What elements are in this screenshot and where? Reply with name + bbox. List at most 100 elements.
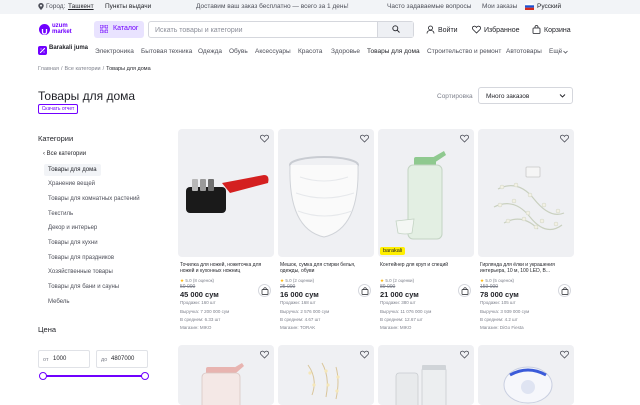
search-icon (392, 25, 400, 33)
sidebar-item-household[interactable]: Хозяйственные товары (48, 269, 113, 275)
sidebar-item-home-goods[interactable]: Товары для дома (44, 164, 101, 176)
catalog-button[interactable]: Каталог (94, 21, 144, 38)
product-card[interactable] (378, 345, 474, 405)
sidebar-item-sauna[interactable]: Товары для бани и сауны (48, 284, 119, 290)
product-image[interactable] (178, 129, 274, 257)
download-report-button[interactable]: Скачать отчет (38, 104, 78, 114)
product-card[interactable]: Точилка для ножей, ножеточка для ножей и… (178, 129, 274, 335)
price-slider-min-handle[interactable] (39, 372, 47, 380)
location-pin-icon (38, 3, 44, 12)
page-title: Товары для дома (38, 89, 136, 103)
cart-bag-icon (532, 25, 541, 34)
nav-item-beauty[interactable]: Красота (298, 48, 322, 55)
search-button[interactable] (377, 22, 413, 37)
product-image[interactable] (178, 345, 274, 405)
promo-icon[interactable] (38, 46, 47, 57)
chevron-down-icon (563, 49, 568, 56)
user-icon (426, 25, 435, 34)
product-name[interactable]: Мешок, сумка для стирки белья, одежды, о… (280, 262, 372, 274)
product-card[interactable]: Мешок, сумка для стирки белья, одежды, о… (278, 129, 374, 335)
product-card[interactable] (278, 345, 374, 405)
product-revenue: Выручка: 3 939 000 сум (480, 309, 530, 314)
nav-item-more[interactable]: Ещё (549, 48, 562, 55)
nav-item-health[interactable]: Здоровье (331, 48, 360, 55)
nav-item-home[interactable]: Товары для дома (367, 48, 420, 55)
product-price: 78 000 сум (480, 290, 519, 299)
heart-icon[interactable] (560, 134, 569, 143)
nav-item-auto[interactable]: Автотовары (506, 48, 542, 55)
sidebar-item-textile[interactable]: Текстиль (48, 211, 73, 217)
nav-item-electronics[interactable]: Электроника (95, 48, 134, 55)
sidebar-item-holidays[interactable]: Товары для праздников (48, 255, 114, 261)
product-price: 21 000 сум (380, 290, 419, 299)
sidebar-item-decor[interactable]: Декор и интерьер (48, 225, 97, 231)
product-image[interactable] (478, 129, 574, 257)
product-card[interactable]: Гирлянда для ёлки и украшения интерьера,… (478, 129, 574, 335)
sidebar-item-storage[interactable]: Хранение вещей (48, 181, 95, 187)
star-icon: ★ (180, 278, 185, 283)
heart-icon[interactable] (460, 134, 469, 143)
pickup-points-link[interactable]: Пункты выдачи (105, 3, 151, 10)
back-all-categories[interactable]: ‹ Все категории (43, 151, 86, 157)
sort-label: Сортировка (437, 93, 473, 100)
breadcrumb-current: Товары для дома (106, 66, 151, 72)
add-to-cart-button[interactable] (558, 284, 571, 297)
logo-text[interactable]: uzum market (52, 23, 72, 35)
sidebar-item-kitchen[interactable]: Товары для кухни (48, 240, 98, 246)
faq-link[interactable]: Часто задаваемые вопросы (387, 3, 471, 10)
heart-icon[interactable] (560, 350, 569, 359)
add-to-cart-button[interactable] (358, 284, 371, 297)
breadcrumb-all-categories[interactable]: Все категории (64, 66, 100, 72)
product-revenue: Выручка: 2 576 000 сум (280, 309, 330, 314)
cart-label: Корзина (544, 27, 571, 34)
product-image[interactable] (278, 345, 374, 405)
product-card[interactable] (478, 345, 574, 405)
heart-icon[interactable] (260, 350, 269, 359)
star-icon: ★ (480, 278, 485, 283)
cart-button[interactable]: Корзина (532, 25, 571, 34)
breadcrumb-home[interactable]: Главная (38, 66, 59, 72)
cart-add-icon (561, 287, 569, 295)
nav-item-accessories[interactable]: Аксессуары (255, 48, 291, 55)
product-name[interactable]: Точилка для ножей, ножеточка для ножей и… (180, 262, 272, 274)
search-input[interactable] (155, 24, 375, 36)
heart-icon[interactable] (360, 134, 369, 143)
login-button[interactable]: Войти (426, 25, 458, 34)
product-card[interactable]: barakali Контейнер для круп и специй ★ 5… (378, 129, 474, 335)
heart-icon[interactable] (360, 350, 369, 359)
sort-select[interactable]: Много заказов (478, 87, 573, 104)
add-to-cart-button[interactable] (258, 284, 271, 297)
product-sales: Продажи: 168 шт (280, 300, 316, 305)
my-orders-link[interactable]: Мои заказы (482, 3, 517, 10)
product-image[interactable]: barakali (378, 129, 474, 257)
product-card[interactable] (178, 345, 274, 405)
product-shop: Магазин: MIKO (380, 325, 412, 330)
nav-item-appliances[interactable]: Бытовая техника (141, 48, 192, 55)
add-to-cart-button[interactable] (458, 284, 471, 297)
price-slider-max-handle[interactable] (141, 372, 149, 380)
sidebar-item-furniture[interactable]: Мебель (48, 299, 69, 305)
garland-image (493, 166, 565, 231)
uzum-logo-icon[interactable] (39, 24, 50, 35)
city-link[interactable]: Ташкент (68, 3, 94, 10)
language-selector[interactable]: Русский (537, 3, 561, 10)
product-image[interactable] (378, 345, 474, 405)
product-image[interactable] (278, 129, 374, 257)
favorites-button[interactable]: Избранное (472, 25, 519, 34)
promo-link[interactable]: Barakali juma (49, 45, 88, 51)
product-name[interactable]: Гирлянда для ёлки и украшения интерьера,… (480, 262, 572, 274)
price-from-prefix: от (43, 357, 49, 363)
nav-item-construction[interactable]: Строительство и ремонт (427, 48, 501, 55)
heart-icon[interactable] (460, 350, 469, 359)
sidebar-item-plants[interactable]: Товары для комнатных растений (48, 196, 140, 202)
nav-item-clothing[interactable]: Одежда (198, 48, 222, 55)
nav-item-shoes[interactable]: Обувь (229, 48, 248, 55)
price-to-input[interactable]: до 4807000 (96, 350, 148, 368)
price-from-input[interactable]: от 1000 (38, 350, 90, 368)
heart-icon[interactable] (260, 134, 269, 143)
delivery-banner: Доставим ваш заказ бесплатно — всего за … (196, 3, 349, 10)
product-shop: Магазин: TORAK (280, 325, 316, 330)
product-image[interactable] (478, 345, 574, 405)
product-name[interactable]: Контейнер для круп и специй (380, 262, 472, 268)
star-icon: ★ (380, 278, 385, 283)
